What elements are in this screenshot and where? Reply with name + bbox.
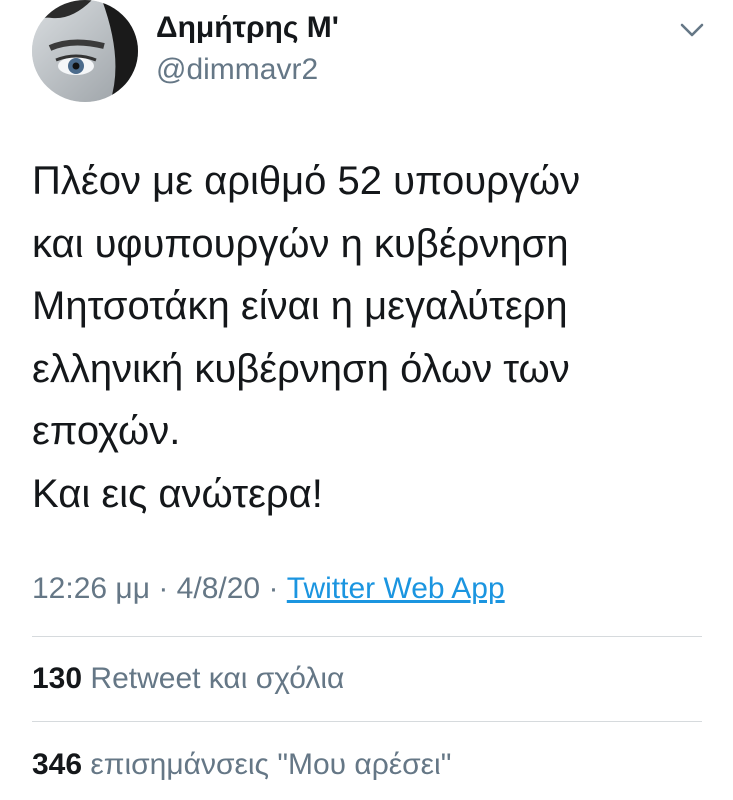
tweet-text-line: εποχών. [32,409,181,453]
tweet-metadata: 12:26 μμ · 4/8/20 · Twitter Web App [32,570,505,608]
tweet-detail: Δημήτρης Μ' @dimmavr2 Πλέον με αριθμό 52… [0,0,733,800]
tweet-time[interactable]: 12:26 μμ [32,572,150,605]
tweet-text-line: Και εις ανώτερα! [32,471,323,516]
chevron-down-icon[interactable] [676,14,708,46]
avatar[interactable] [32,0,138,102]
retweets-label: Retweet και σχόλια [90,662,345,695]
tweet-text-line: Πλέον με αριθμό 52 υπουργών [32,159,581,203]
retweets-count: 130 [32,662,83,695]
divider [32,721,702,722]
author-name[interactable]: Δημήτρης Μ' [156,10,339,46]
divider [32,636,702,637]
tweet-text-line: Μητσοτάκη είναι η μεγαλύτερη [32,284,568,328]
tweet-text-line: ελληνική κυβέρνηση όλων των [32,346,570,391]
meta-separator: · [268,572,279,605]
likes-count: 346 [32,748,83,781]
tweet-date[interactable]: 4/8/20 [177,572,260,605]
author-handle[interactable]: @dimmavr2 [156,52,318,88]
tweet-text: Πλέον με αριθμό 52 υπουργών και υφυπουργ… [32,150,712,525]
likes-label: επισημάνσεις "Μου αρέσει" [90,748,452,781]
likes-stat[interactable]: 346 επισημάνσεις "Μου αρέσει" [32,746,451,784]
tweet-source-link[interactable]: Twitter Web App [287,572,505,605]
retweets-stat[interactable]: 130 Retweet και σχόλια [32,660,344,698]
tweet-text-line: και υφυπουργών η κυβέρνηση [32,221,569,266]
avatar-image [32,0,138,102]
meta-separator: · [158,572,169,605]
